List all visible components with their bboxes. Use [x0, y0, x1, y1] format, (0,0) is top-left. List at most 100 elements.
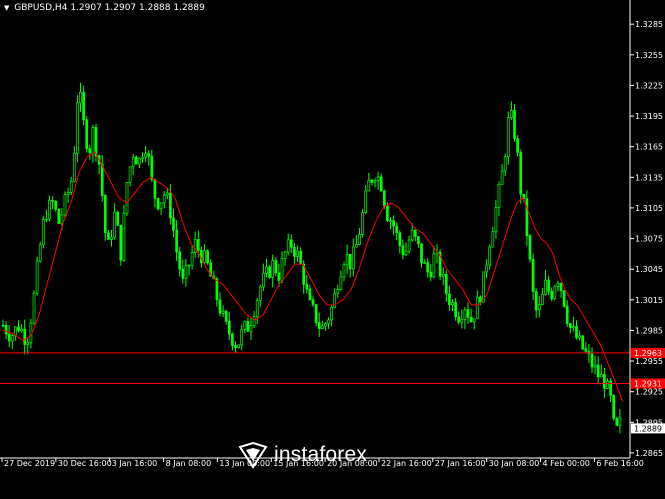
candle-body [234, 345, 237, 349]
candle-body [330, 306, 333, 321]
candle-body [324, 323, 327, 327]
candlestick-chart[interactable]: 1.29631.29311.2889 1.32851.32551.32251.3… [0, 0, 665, 499]
y-tick-label: 1.2955 [635, 357, 663, 366]
candle-body [113, 211, 116, 238]
candle-body [603, 374, 606, 389]
candle-body [373, 180, 377, 183]
candle-body [553, 286, 557, 300]
candle-body [565, 305, 569, 324]
y-tick-label: 1.3195 [635, 112, 663, 121]
candle-body [544, 279, 547, 295]
candle-body [122, 212, 126, 261]
candle-body [144, 153, 147, 158]
candle-body [426, 262, 430, 273]
candle-body [395, 225, 399, 234]
candle-body [612, 394, 616, 419]
candle-body [339, 276, 343, 290]
candle-body [348, 253, 352, 270]
candle-body [389, 220, 392, 222]
candle-body [125, 182, 129, 214]
candle-body [150, 155, 154, 180]
candle-body [398, 232, 402, 247]
y-tick-label: 1.3255 [635, 51, 663, 60]
candle-body [224, 311, 228, 322]
x-tick-label: 6 Feb 16:00 [596, 459, 643, 468]
candle-body [10, 335, 14, 342]
candle-body [497, 184, 501, 208]
candle-body [382, 190, 386, 207]
candle-body [355, 244, 358, 248]
candle-body [550, 290, 554, 300]
candle-body [221, 311, 225, 314]
candle-body [289, 239, 293, 248]
candle-body [237, 344, 240, 349]
candle-body [119, 224, 123, 261]
candle-body [361, 212, 364, 235]
candle-body [85, 119, 89, 150]
watermark: instaforex [238, 440, 388, 470]
candle-body [69, 180, 73, 193]
candle-body [305, 284, 309, 290]
candle-body [249, 325, 253, 332]
watermark-brand: instaforex [274, 443, 368, 466]
candle-body [503, 156, 507, 172]
candle-body [100, 163, 104, 196]
candle-body [274, 260, 278, 274]
candle-body [488, 246, 492, 266]
candle-body [575, 326, 578, 339]
candle-body [379, 176, 383, 192]
candle-body [593, 364, 597, 368]
candle-body [54, 201, 58, 210]
candle-body [578, 335, 581, 339]
candle-body [599, 374, 603, 378]
candle-body [88, 148, 92, 154]
candle-body [280, 258, 284, 281]
candle-body [7, 333, 11, 342]
y-tick-label: 1.2985 [635, 326, 663, 335]
candle-body [286, 239, 290, 253]
candle-body [463, 309, 467, 320]
candle-body [141, 156, 144, 159]
candle-body [48, 199, 51, 220]
candle-body [345, 253, 349, 266]
candle-body [26, 342, 30, 345]
candle-body [35, 260, 39, 294]
candle-body [255, 299, 259, 318]
candle-body [491, 231, 495, 248]
candle-body [32, 292, 36, 324]
candle-body [156, 198, 160, 210]
candle-body [506, 117, 510, 158]
chart-background [0, 0, 665, 499]
candle-body [79, 91, 82, 104]
candle-body [147, 153, 151, 157]
candle-body [590, 353, 594, 368]
candle-body [519, 152, 523, 195]
candle-body [265, 266, 268, 274]
candle-body [159, 202, 163, 210]
candle-body [618, 416, 622, 426]
candle-body [63, 194, 67, 216]
candle-body [66, 192, 70, 195]
candle-body [187, 264, 191, 267]
candle-body [308, 288, 312, 301]
candle-body [196, 239, 200, 251]
candle-body [162, 194, 166, 204]
candle-body [444, 273, 448, 295]
candle-body [420, 243, 423, 264]
candle-body [454, 302, 457, 318]
x-tick-label: 3 Jan 16:00 [112, 459, 158, 468]
candle-body [38, 244, 42, 262]
candle-body [60, 214, 64, 224]
candle-body [562, 290, 566, 307]
dropdown-triangle-icon[interactable]: ▼ [4, 4, 9, 12]
candle-body [370, 179, 374, 183]
candle-body [203, 250, 206, 264]
candle-body [417, 236, 420, 245]
candle-body [184, 265, 188, 279]
y-tick-label: 1.2895 [635, 418, 663, 427]
candle-body [500, 170, 504, 185]
candle-body [528, 235, 532, 260]
candle-body [572, 326, 575, 328]
candle-body [283, 251, 287, 260]
candle-body [20, 328, 23, 332]
